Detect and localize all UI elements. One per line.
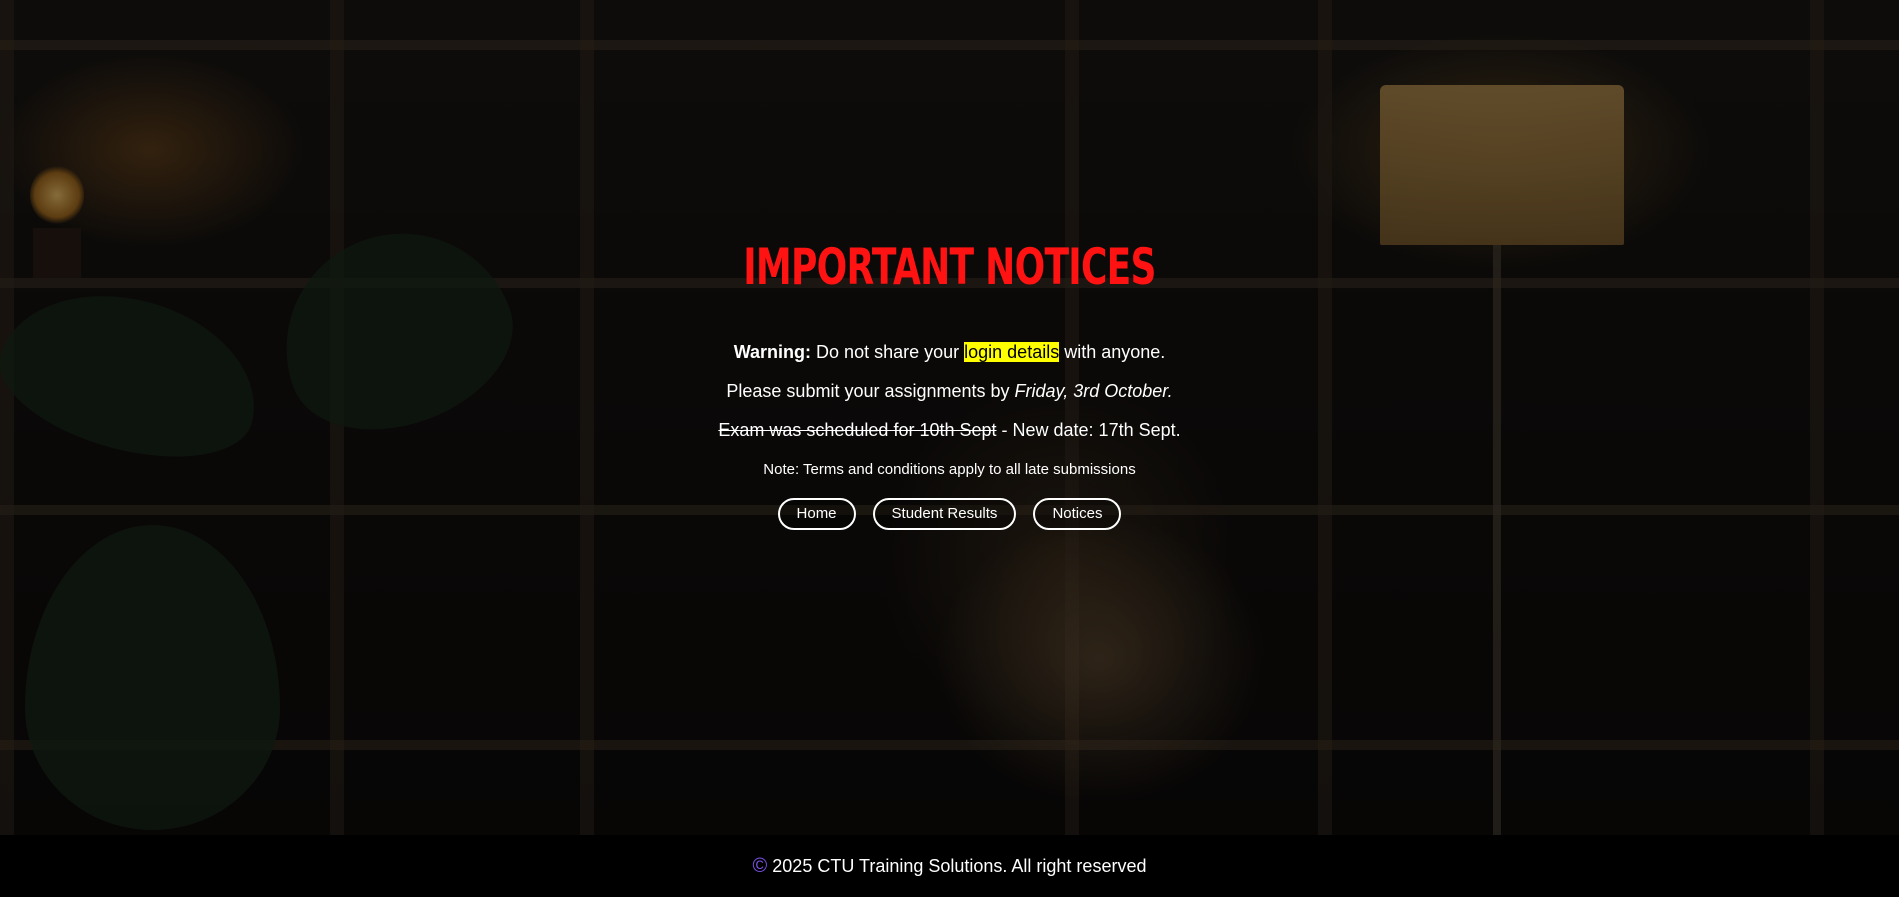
assignment-text: Please submit your assignments by [726, 381, 1015, 401]
nav-buttons: Home Student Results Notices [0, 498, 1899, 530]
warning-text: Do not share your [811, 342, 965, 362]
footer: © 2025 CTU Training Solutions. All right… [0, 835, 1899, 897]
notices-button[interactable]: Notices [1033, 498, 1122, 530]
warning-notice: Warning: Do not share your login details… [0, 342, 1899, 362]
copyright-icon: © [752, 855, 768, 877]
home-button[interactable]: Home [777, 498, 856, 530]
warning-text-end: with anyone. [1059, 342, 1166, 362]
notices-section: Important Notices Warning: Do not share … [0, 232, 1899, 530]
exam-notice: Exam was scheduled for 10th Sept - New d… [0, 420, 1899, 440]
old-exam-date: Exam was scheduled for 10th Sept [718, 420, 997, 440]
warning-label: Warning: [733, 342, 812, 362]
student-results-button[interactable]: Student Results [872, 498, 1017, 530]
page-title: Important Notices [743, 238, 1156, 296]
highlighted-text: login details [964, 342, 1060, 362]
assignment-notice: Please submit your assignments by Friday… [0, 381, 1899, 401]
new-exam-date: - New date: 17th Sept. [996, 420, 1181, 440]
copyright-text: 2025 CTU Training Solutions. All right r… [767, 856, 1147, 876]
terms-note: Note: Terms and conditions apply to all … [763, 461, 1136, 478]
assignment-date: Friday, 3rd October. [1014, 381, 1173, 401]
